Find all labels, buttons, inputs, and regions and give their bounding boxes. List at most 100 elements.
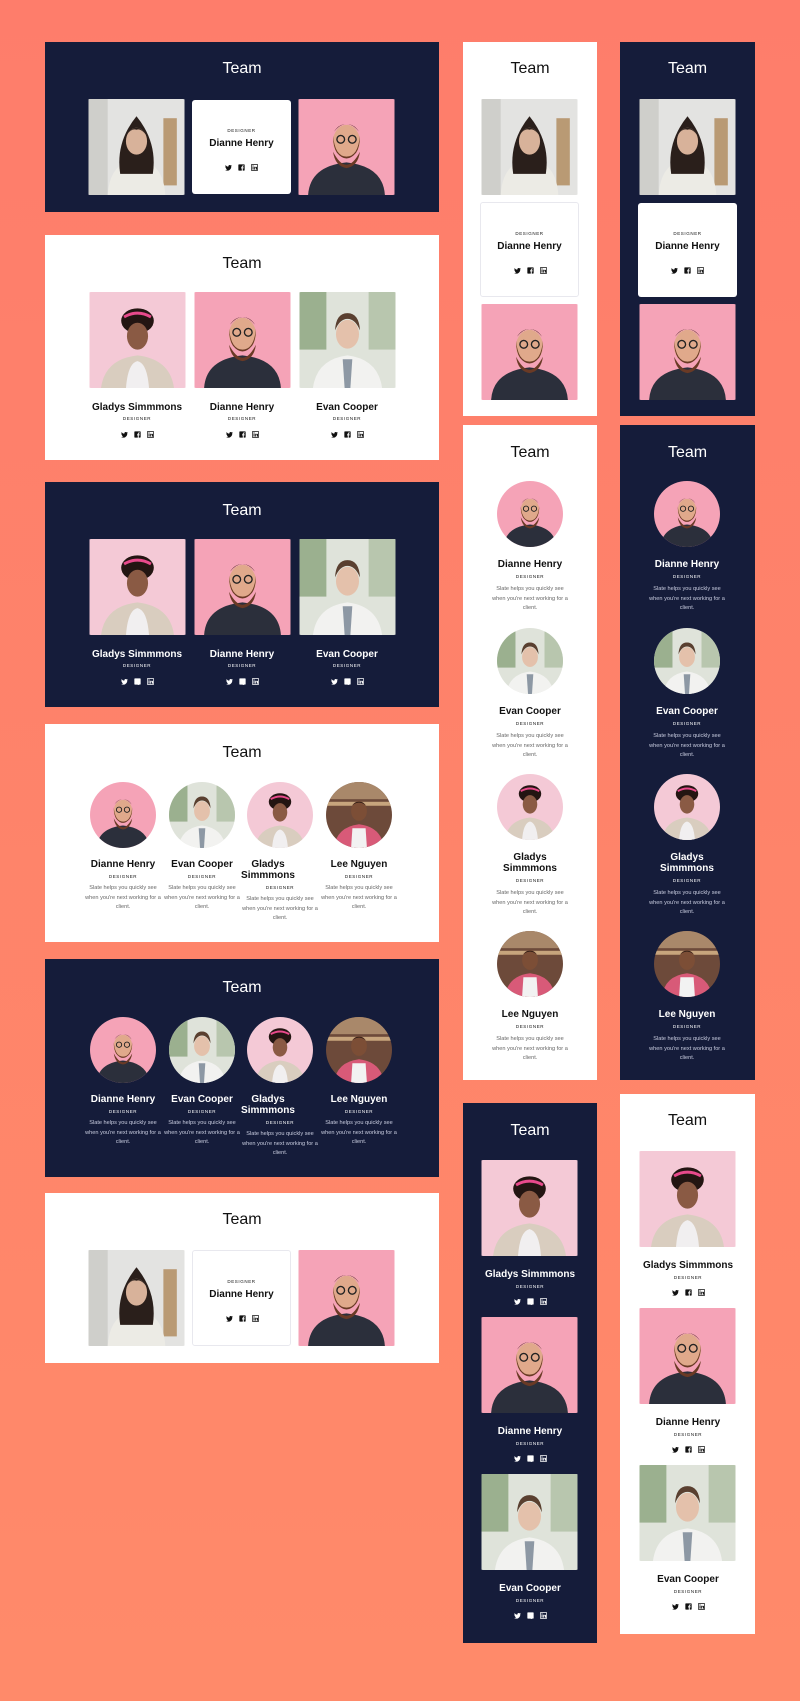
linkedin-icon[interactable] — [357, 678, 364, 685]
linkedin-icon[interactable] — [540, 1455, 547, 1462]
team-card-light-vertical-trio: Team DESIGNER Dianne Henry — [463, 42, 597, 416]
member-photo-dianne-henry — [638, 304, 737, 400]
member-role: DESIGNER — [332, 416, 362, 421]
facebook-icon[interactable] — [344, 431, 351, 438]
twitter-icon[interactable] — [331, 678, 338, 685]
social-links — [222, 678, 262, 686]
facebook-icon[interactable] — [684, 267, 691, 274]
member-photo-dianne-henry — [297, 99, 396, 195]
member-role: DESIGNER — [227, 416, 257, 421]
facebook-icon[interactable] — [239, 431, 246, 438]
member-name: Dianne Henry — [209, 1289, 274, 1300]
member-bio: Slate helps you quickly see when you're … — [242, 896, 318, 921]
member-avatar-evan-cooper — [169, 782, 235, 848]
facebook-icon[interactable] — [239, 678, 246, 685]
facebook-icon[interactable] — [527, 267, 534, 274]
member-avatar-lee-nguyen — [326, 782, 392, 848]
social-links — [510, 1612, 550, 1620]
member-role: DESIGNER — [672, 574, 702, 579]
social-links — [510, 267, 550, 275]
linkedin-icon[interactable] — [540, 1298, 547, 1305]
section-title: Team — [222, 255, 262, 272]
twitter-icon[interactable] — [671, 267, 678, 274]
twitter-icon[interactable] — [672, 1446, 679, 1453]
member-photo-dianne-henry — [193, 292, 292, 388]
linkedin-icon[interactable] — [697, 267, 704, 274]
member-role: DESIGNER — [672, 721, 702, 726]
member-photo-evan-cooper — [480, 1474, 579, 1570]
member-name: Dianne Henry — [655, 1417, 721, 1428]
member-role: DESIGNER — [673, 1589, 703, 1594]
member-photo-gladys-simmmons — [88, 292, 187, 388]
member-avatar-gladys-simmmons — [247, 782, 313, 848]
member-avatar-gladys-simmmons — [247, 1017, 313, 1083]
member-role: DESIGNER — [515, 878, 545, 883]
member-role: DESIGNER — [227, 1279, 256, 1284]
member-avatar-dianne-henry — [90, 1017, 156, 1083]
member-avatar-evan-cooper — [654, 628, 720, 694]
linkedin-icon[interactable] — [357, 431, 364, 438]
member-photo-dianne-henry — [297, 1250, 396, 1346]
member-bio: Slate helps you quickly see when you're … — [492, 890, 568, 915]
twitter-icon[interactable] — [672, 1289, 679, 1296]
facebook-icon[interactable] — [685, 1446, 692, 1453]
section-title: Team — [667, 1112, 708, 1129]
twitter-icon[interactable] — [331, 431, 338, 438]
member-bio: Slate helps you quickly see when you're … — [649, 890, 725, 915]
twitter-icon[interactable] — [672, 1603, 679, 1610]
linkedin-icon[interactable] — [251, 164, 258, 171]
twitter-icon[interactable] — [514, 1298, 521, 1305]
facebook-icon[interactable] — [527, 1298, 534, 1305]
twitter-icon[interactable] — [121, 431, 128, 438]
linkedin-icon[interactable] — [698, 1603, 705, 1610]
member-name: Evan Cooper — [656, 706, 718, 717]
member-photo-evan-cooper — [298, 292, 397, 388]
member-bio: Slate helps you quickly see when you're … — [321, 885, 397, 910]
linkedin-icon[interactable] — [698, 1446, 705, 1453]
linkedin-icon[interactable] — [147, 431, 154, 438]
linkedin-icon[interactable] — [147, 678, 154, 685]
twitter-icon[interactable] — [226, 431, 233, 438]
section-title: Team — [222, 502, 262, 519]
twitter-icon[interactable] — [514, 1612, 521, 1619]
facebook-icon[interactable] — [527, 1612, 534, 1619]
linkedin-icon[interactable] — [252, 431, 259, 438]
twitter-icon[interactable] — [514, 267, 521, 274]
member-name: Dianne Henry — [209, 649, 275, 660]
member-avatar-dianne-henry — [654, 481, 720, 547]
linkedin-icon[interactable] — [252, 1315, 259, 1322]
linkedin-icon[interactable] — [540, 267, 547, 274]
twitter-icon[interactable] — [121, 678, 128, 685]
member-bio: Slate helps you quickly see when you're … — [85, 1120, 161, 1145]
member-bio: Slate helps you quickly see when you're … — [492, 1036, 568, 1061]
member-name: Lee Nguyen — [501, 1009, 559, 1020]
facebook-icon[interactable] — [134, 678, 141, 685]
facebook-icon[interactable] — [344, 678, 351, 685]
facebook-icon[interactable] — [685, 1289, 692, 1296]
facebook-icon[interactable] — [239, 1315, 246, 1322]
linkedin-icon[interactable] — [252, 678, 259, 685]
team-card-dark-vertical-squares: Team Gladys Simmmons DESIGNER Dianne Hen… — [463, 1103, 597, 1643]
member-role: DESIGNER — [515, 574, 545, 579]
facebook-icon[interactable] — [685, 1603, 692, 1610]
member-name: Evan Cooper — [499, 1583, 561, 1594]
facebook-icon[interactable] — [527, 1455, 534, 1462]
section-title: Team — [222, 744, 262, 761]
twitter-icon[interactable] — [225, 164, 232, 171]
twitter-icon[interactable] — [226, 1315, 233, 1322]
member-role: DESIGNER — [227, 128, 256, 133]
member-name: Gladys Simmmons — [642, 1260, 734, 1271]
member-role: DESIGNER — [673, 1275, 703, 1280]
social-links — [510, 1298, 550, 1306]
member-role: DESIGNER — [187, 874, 217, 879]
twitter-icon[interactable] — [226, 678, 233, 685]
member-name: Lee Nguyen — [658, 1009, 716, 1020]
member-avatar-evan-cooper — [169, 1017, 235, 1083]
linkedin-icon[interactable] — [540, 1612, 547, 1619]
facebook-icon[interactable] — [134, 431, 141, 438]
twitter-icon[interactable] — [514, 1455, 521, 1462]
linkedin-icon[interactable] — [698, 1289, 705, 1296]
member-role: DESIGNER — [108, 874, 138, 879]
facebook-icon[interactable] — [238, 164, 245, 171]
member-name: Evan Cooper — [657, 1574, 719, 1585]
